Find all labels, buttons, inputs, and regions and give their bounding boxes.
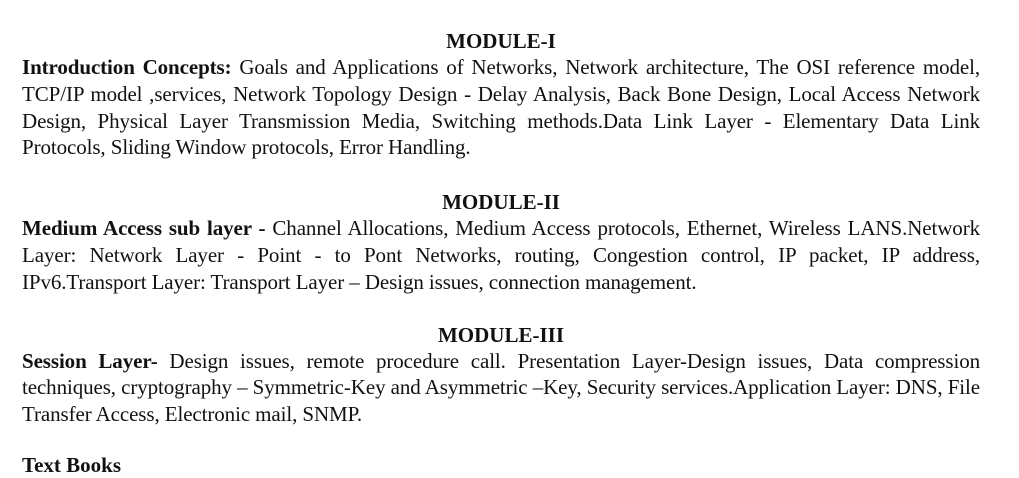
module-1: MODULE-I Introduction Concepts: Goals an… [22, 28, 980, 161]
syllabus-page: MODULE-I Introduction Concepts: Goals an… [22, 28, 980, 428]
module-spacer [22, 296, 980, 322]
module-2-heading: Medium Access sub layer - [22, 216, 266, 241]
module-2-title: MODULE-II [442, 190, 560, 215]
module-spacer [22, 161, 980, 189]
module-2-content: Medium Access sub layer - Channel Alloca… [22, 215, 980, 295]
module-2: MODULE-II Medium Access sub layer - Chan… [22, 189, 980, 295]
module-3-title: MODULE-III [437, 322, 564, 347]
module-1-heading: Introduction Concepts: [22, 55, 232, 79]
module-3-heading: Session Layer- [22, 348, 158, 373]
module-3-content: Session Layer- Design issues, remote pro… [22, 348, 980, 428]
module-1-content: Introduction Concepts: Goals and Applica… [22, 54, 980, 161]
module-1-title: MODULE-I [446, 29, 556, 53]
module-3: MODULE-III Session Layer- Design issues,… [22, 322, 980, 428]
module-3-body: Design issues, remote procedure call. Pr… [22, 348, 980, 427]
text-books-heading: Text Books [22, 453, 122, 477]
